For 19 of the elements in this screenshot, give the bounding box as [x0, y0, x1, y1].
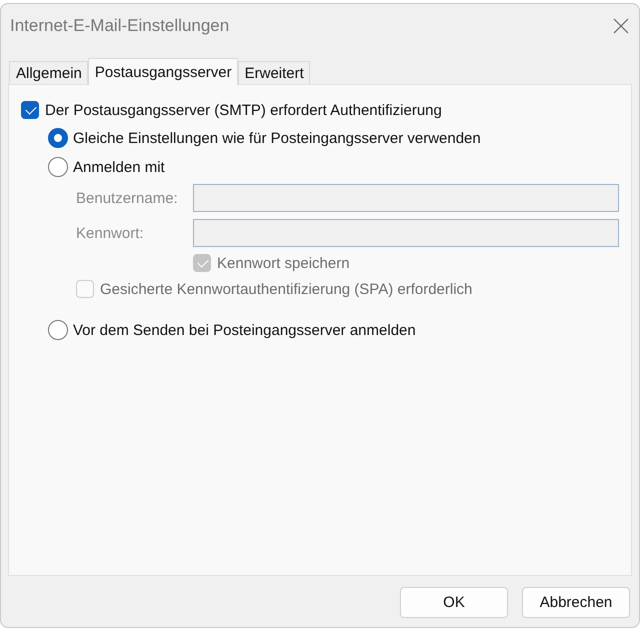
radio-button[interactable] [48, 320, 68, 340]
close-icon[interactable] [613, 18, 629, 34]
checkbox[interactable] [21, 101, 39, 119]
dialog-button[interactable]: OK [400, 587, 508, 618]
radio-button[interactable] [48, 128, 68, 148]
checkbox-label: Kennwort speichern [217, 254, 350, 272]
dialog-button[interactable]: Abbrechen [522, 587, 630, 618]
field-label: Benutzername: [76, 190, 179, 206]
tab[interactable]: Erweitert [238, 61, 310, 84]
radio-label: Vor dem Senden bei Posteingangsserver anmelden [73, 322, 416, 338]
checkbox-label: Der Postausgangsserver (SMTP) erfordert Authentifizierung [45, 102, 442, 118]
tab[interactable]: Allgemein [9, 61, 88, 84]
radio-button[interactable] [48, 157, 68, 177]
window-title: Internet-E-Mail-Einstellungen [10, 16, 230, 36]
tab[interactable]: Postausgangsserver [88, 58, 238, 85]
radio-label: Gleiche Einstellungen wie für Posteingangsserver verwenden [73, 130, 481, 146]
field-label: Kennwort: [76, 224, 145, 242]
checkbox-label: Gesicherte Kennwortauthentifizierung (SPA) erforderlich [100, 280, 472, 298]
radio-label: Anmelden mit [73, 158, 165, 176]
